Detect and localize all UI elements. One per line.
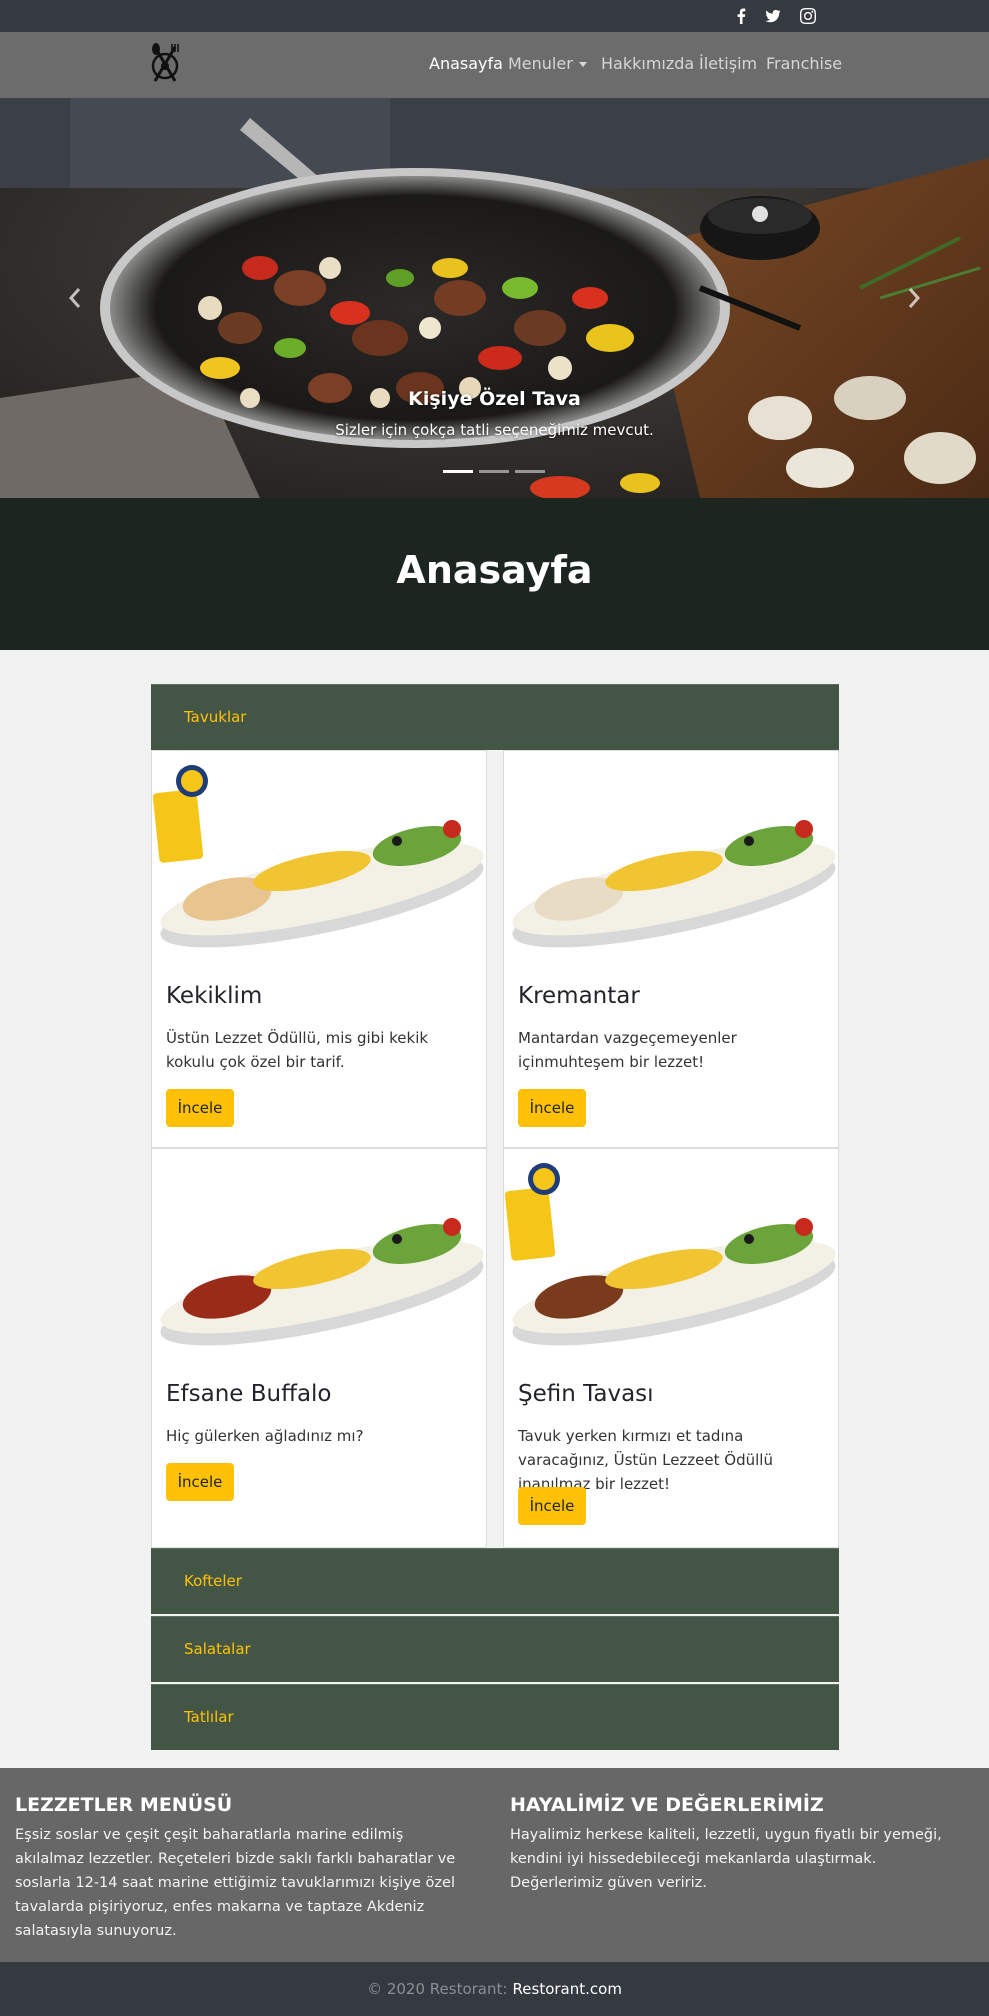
- footer-col2-title: HAYALİMİZ VE DEĞERLERİMİZ: [510, 1794, 824, 1816]
- dish-image: [152, 1149, 486, 1369]
- main-navbar: Anasayfa Menuler Hakkımızda İletişim Fra…: [0, 32, 989, 98]
- footer-col1-title: LEZZETLER MENÜSÜ: [15, 1794, 233, 1816]
- accordion-label: Tavuklar: [184, 708, 247, 726]
- dish-name: Kekiklim: [166, 983, 263, 1009]
- nav-link-iletisim[interactable]: İletişim: [699, 54, 757, 73]
- dish-description: Mantardan vazgeçemeyenler içinmuhteşem b…: [518, 1029, 737, 1071]
- chevron-down-icon: [578, 62, 587, 67]
- accordion-header-tavuklar[interactable]: Tavuklar: [151, 684, 839, 750]
- accordion-label: Salatalar: [184, 1640, 251, 1658]
- accordion-header-kofteler[interactable]: Kofteler: [151, 1548, 839, 1614]
- carousel-slide-title: Kişiye Özel Tava: [408, 388, 581, 410]
- copyright-bar: © 2020 Restorant: Restorant.com: [0, 1962, 989, 2016]
- incele-button[interactable]: İncele: [166, 1089, 234, 1127]
- accordion-header-salatalar[interactable]: Salatalar: [151, 1616, 839, 1682]
- incele-button[interactable]: İncele: [166, 1463, 234, 1501]
- menu-card: Kekiklim Üstün Lezzet Ödüllü, mis gibi k…: [151, 750, 487, 1148]
- twitter-icon[interactable]: [762, 6, 784, 26]
- dish-description: Hiç gülerken ağladınız mı?: [166, 1427, 364, 1445]
- hero-carousel: Kişiye Özel Tava Sizler için çokça tatli…: [0, 98, 989, 498]
- carousel-indicator-3[interactable]: [515, 470, 545, 473]
- footer-col2-text: Hayalimiz herkese kaliteli, lezzetli, uy…: [510, 1827, 942, 1891]
- dish-image: [504, 1149, 838, 1369]
- nav-link-anasayfa[interactable]: Anasayfa: [429, 54, 503, 73]
- dish-image: [504, 751, 838, 971]
- dish-name: Efsane Buffalo: [166, 1381, 332, 1407]
- chevron-left-icon: [68, 288, 81, 308]
- dish-description: Tavuk yerken kırmızı et tadına varacağın…: [518, 1427, 773, 1493]
- instagram-icon[interactable]: [797, 6, 819, 26]
- accordion-header-tatlilar[interactable]: Tatlılar: [151, 1684, 839, 1750]
- restaurant-logo-icon[interactable]: [145, 41, 185, 87]
- nav-link-menuler-label: Menuler: [508, 54, 573, 73]
- nav-link-hakkimizda[interactable]: Hakkımızda: [601, 54, 694, 73]
- site-footer: LEZZETLER MENÜSÜ Eşsiz soslar ve çeşit ç…: [0, 1768, 989, 1962]
- nav-link-franchise[interactable]: Franchise: [766, 54, 842, 73]
- menu-card: Şefin Tavası Tavuk yerken kırmızı et tad…: [503, 1148, 839, 1548]
- facebook-icon[interactable]: [730, 6, 752, 26]
- incele-button[interactable]: İncele: [518, 1089, 586, 1127]
- menu-card: Kremantar Mantardan vazgeçemeyenler için…: [503, 750, 839, 1148]
- carousel-indicator-1[interactable]: [443, 470, 473, 473]
- footer-col1-text: Eşsiz soslar ve çeşit çeşit baharatlarla…: [15, 1827, 456, 1939]
- carousel-slide-text: Sizler için çokça tatli seçeneğimiz mevc…: [335, 421, 654, 439]
- page-title: Anasayfa: [396, 548, 593, 592]
- nav-link-menuler[interactable]: Menuler: [508, 54, 587, 73]
- dish-name: Şefin Tavası: [518, 1381, 654, 1407]
- dish-image: [152, 751, 486, 971]
- dish-description: Üstün Lezzet Ödüllü, mis gibi kekik koku…: [166, 1029, 429, 1071]
- incele-button[interactable]: İncele: [518, 1487, 586, 1525]
- menu-card: Efsane Buffalo Hiç gülerken ağladınız mı…: [151, 1148, 487, 1548]
- site-link[interactable]: Restorant.com: [513, 1980, 622, 1998]
- chevron-right-icon: [908, 288, 921, 308]
- carousel-prev-button[interactable]: [60, 278, 90, 318]
- dish-name: Kremantar: [518, 983, 640, 1009]
- accordion-label: Kofteler: [184, 1572, 242, 1590]
- carousel-indicator-2[interactable]: [479, 470, 509, 473]
- copyright-text: © 2020 Restorant:: [367, 1980, 508, 1998]
- accordion-label: Tatlılar: [184, 1708, 234, 1726]
- top-social-bar: [0, 0, 989, 32]
- carousel-next-button[interactable]: [899, 278, 929, 318]
